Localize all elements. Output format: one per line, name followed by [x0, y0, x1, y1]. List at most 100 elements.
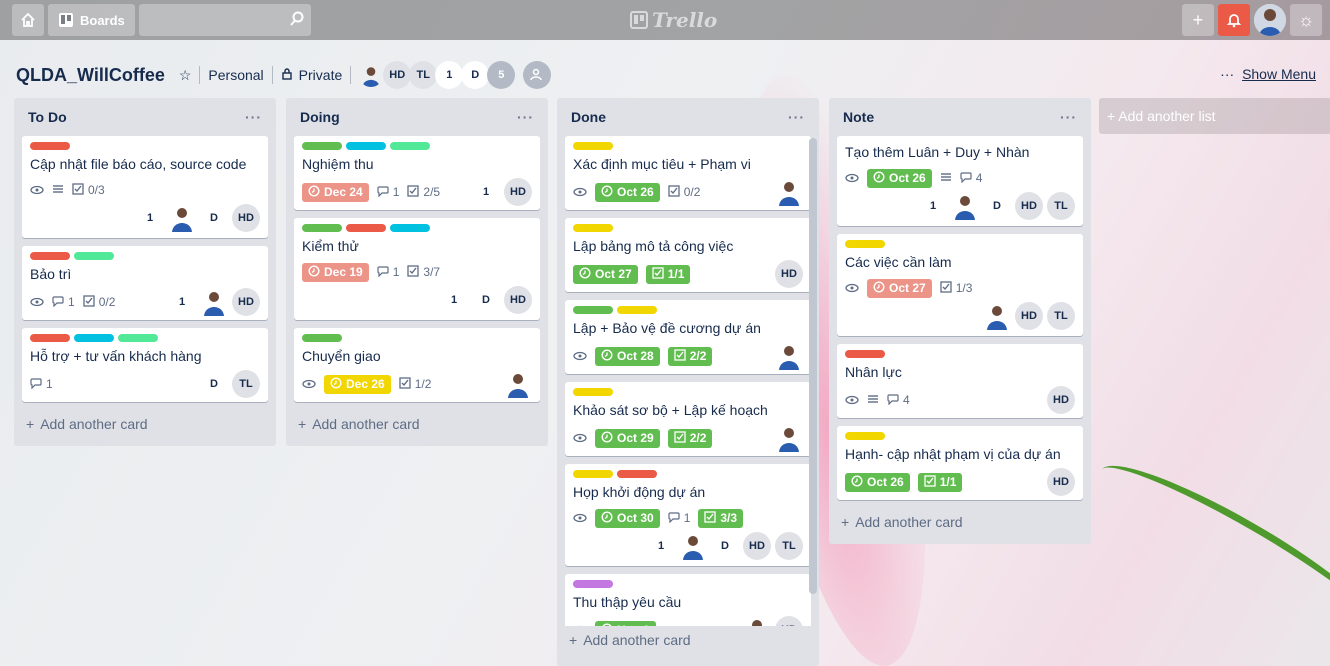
label-red[interactable]	[30, 252, 70, 260]
member-avatar[interactable]	[504, 370, 532, 398]
home-button[interactable]	[12, 4, 44, 36]
card[interactable]: Kiểm thử Dec 19 1 3/7 1 D HD	[294, 218, 540, 320]
member-initials[interactable]: 1	[440, 286, 468, 314]
star-icon[interactable]: ☆	[179, 67, 192, 84]
member-initials[interactable]: TL	[1047, 302, 1075, 330]
card[interactable]: Khảo sát sơ bộ + Lập kế hoạch Oct 29 2/2	[565, 382, 811, 456]
card[interactable]: Xác định mục tiêu + Phạm vi Oct 26 0/2	[565, 136, 811, 210]
card[interactable]: Nghiệm thu Dec 24 1 2/5 1 HD	[294, 136, 540, 210]
label-yellow[interactable]	[845, 432, 885, 440]
board-member[interactable]: 1	[435, 61, 464, 89]
more-icon[interactable]: ···	[517, 109, 534, 125]
due-date-badge[interactable]: Oct 26	[867, 168, 932, 188]
label-green[interactable]	[302, 334, 342, 342]
card[interactable]: Thu thập yêu cầu Nov 1 HD	[565, 574, 811, 626]
card[interactable]: Lập + Bảo vệ đề cương dự án Oct 28 2/2	[565, 300, 811, 374]
more-icon[interactable]: ···	[1060, 109, 1077, 125]
card[interactable]: Hạnh- cập nhật phạm vị của dự án Oct 26 1/…	[837, 426, 1083, 500]
label-blue[interactable]	[346, 142, 386, 150]
label-red[interactable]	[30, 142, 70, 150]
member-initials[interactable]: HD	[232, 204, 260, 232]
visibility-button[interactable]: Private	[299, 67, 343, 83]
list-title[interactable]: Note	[843, 109, 874, 125]
due-date-badge[interactable]: Dec 19	[302, 262, 369, 282]
member-initials[interactable]: 1	[647, 532, 675, 560]
list-title[interactable]: Doing	[300, 109, 340, 125]
member-initials[interactable]: HD	[775, 616, 803, 626]
list-scrollbar[interactable]	[809, 138, 817, 594]
member-initials[interactable]: 1	[919, 192, 947, 220]
label-lime[interactable]	[74, 252, 114, 260]
board-title[interactable]: QLDA_WillCoffee	[16, 65, 165, 86]
member-initials[interactable]: HD	[504, 286, 532, 314]
due-date-badge[interactable]: Oct 26	[595, 182, 660, 202]
member-initials[interactable]: D	[472, 286, 500, 314]
label-red[interactable]	[30, 334, 70, 342]
board-member[interactable]: HD	[383, 61, 412, 89]
settings-button[interactable]: ☼	[1290, 4, 1322, 36]
label-blue[interactable]	[390, 224, 430, 232]
label-yellow[interactable]	[573, 388, 613, 396]
member-avatar[interactable]	[951, 192, 979, 220]
member-initials[interactable]: D	[200, 370, 228, 398]
board-member[interactable]: TL	[409, 61, 438, 89]
label-blue[interactable]	[74, 334, 114, 342]
due-date-badge[interactable]: Oct 27	[573, 264, 638, 284]
due-date-badge[interactable]: Dec 24	[302, 182, 369, 202]
more-icon[interactable]: ···	[245, 109, 262, 125]
card[interactable]: Các việc cần làm Oct 27 1/3 HD TL	[837, 234, 1083, 336]
due-date-badge[interactable]: Dec 26	[324, 374, 391, 394]
add-card-button[interactable]: + Add another card	[22, 410, 268, 438]
label-green[interactable]	[573, 306, 613, 314]
card[interactable]: Lập bảng mô tả công việc Oct 27 1/1 HD	[565, 218, 811, 292]
due-date-badge[interactable]: Nov 1	[595, 620, 656, 626]
list-title[interactable]: Done	[571, 109, 606, 125]
member-initials[interactable]: 1	[168, 288, 196, 316]
card[interactable]: Nhân lực 4 HD	[837, 344, 1083, 418]
card[interactable]: Tạo thêm Luân + Duy + Nhàn Oct 26 4 1 D HD TL	[837, 136, 1083, 226]
member-initials[interactable]: HD	[1015, 192, 1043, 220]
member-avatar[interactable]	[743, 616, 771, 626]
member-avatar[interactable]	[168, 204, 196, 232]
due-date-badge[interactable]: Oct 28	[595, 346, 660, 366]
member-initials[interactable]: D	[983, 192, 1011, 220]
card[interactable]: Hỗ trợ + tư vấn khách hàng 1 D TL	[22, 328, 268, 402]
board-member[interactable]: D	[461, 61, 490, 89]
team-button[interactable]: Personal	[208, 67, 263, 83]
show-menu-button[interactable]: ··· Show Menu	[1220, 66, 1316, 82]
due-date-badge[interactable]: Oct 26	[845, 472, 910, 492]
member-initials[interactable]: TL	[1047, 192, 1075, 220]
label-purple[interactable]	[573, 580, 613, 588]
card[interactable]: Họp khởi động dự án Oct 30 1 3/3 1 D HD TL	[565, 464, 811, 566]
label-red[interactable]	[845, 350, 885, 358]
board-member-avatar[interactable]	[357, 61, 385, 89]
card[interactable]: Chuyển giao Dec 26 1/2	[294, 328, 540, 402]
due-date-badge[interactable]: Oct 29	[595, 428, 660, 448]
member-avatar[interactable]	[200, 288, 228, 316]
label-yellow[interactable]	[573, 470, 613, 478]
boards-button[interactable]: Boards	[48, 4, 135, 36]
due-date-badge[interactable]: Oct 27	[867, 278, 932, 298]
label-yellow[interactable]	[845, 240, 885, 248]
member-initials[interactable]: HD	[232, 288, 260, 316]
member-initials[interactable]: 1	[136, 204, 164, 232]
notifications-button[interactable]	[1218, 4, 1250, 36]
add-list-button[interactable]: + Add another list	[1099, 98, 1330, 134]
member-avatar[interactable]	[775, 178, 803, 206]
member-initials[interactable]: TL	[775, 532, 803, 560]
label-lime[interactable]	[390, 142, 430, 150]
add-button[interactable]: +	[1182, 4, 1214, 36]
member-initials[interactable]: 1	[472, 178, 500, 206]
card[interactable]: Cập nhật file báo cáo, source code 0/3 1 D H…	[22, 136, 268, 238]
list-title[interactable]: To Do	[28, 109, 67, 125]
member-initials[interactable]: HD	[743, 532, 771, 560]
member-initials[interactable]: HD	[1047, 468, 1075, 496]
user-avatar[interactable]	[1254, 4, 1286, 36]
member-initials[interactable]: HD	[504, 178, 532, 206]
add-card-button[interactable]: + Add another card	[565, 626, 811, 654]
member-initials[interactable]: HD	[1047, 386, 1075, 414]
member-avatar[interactable]	[775, 424, 803, 452]
invite-icon[interactable]	[523, 61, 552, 89]
member-initials[interactable]: D	[200, 204, 228, 232]
more-icon[interactable]: ···	[788, 109, 805, 125]
